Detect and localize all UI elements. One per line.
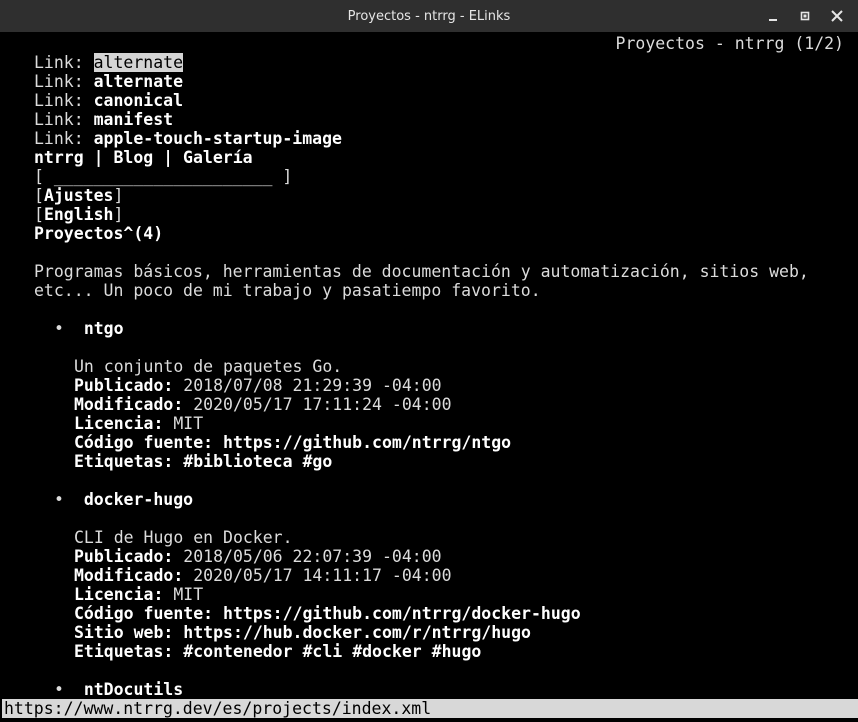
window-title: Proyectos - ntrrg - ELinks [347, 8, 511, 24]
tag-link[interactable]: #hugo [432, 642, 482, 661]
project-codigo: Código fuente: https://github.com/ntrrg/… [74, 433, 512, 452]
window-titlebar[interactable]: Proyectos - ntrrg - ELinks [0, 0, 858, 32]
meta-link-alternate-1[interactable]: alternate [93, 53, 184, 72]
nav-link-blog[interactable]: Blog [113, 148, 153, 167]
project-publicado: Publicado: 2018/07/08 21:29:39 -04:00 [74, 376, 442, 395]
intro-text-line-2: etc... Un poco de mi trabajo y pasatiemp… [34, 281, 541, 300]
meta-link-line: Link: apple-touch-startup-image [34, 129, 342, 148]
project-modificado: Modificado: 2020/05/17 14:11:17 -04:00 [74, 566, 452, 585]
status-bar-url: https://www.ntrrg.dev/es/projects/index.… [2, 699, 858, 718]
meta-link-manifest[interactable]: manifest [94, 110, 173, 129]
project-codigo: Código fuente: https://github.com/ntrrg/… [74, 604, 581, 623]
terminal-viewport[interactable]: Proyectos - ntrrg (1/2) Link: alternate … [2, 32, 856, 720]
website-link-docker-hugo[interactable]: https://hub.docker.com/r/ntrrg/hugo [183, 623, 531, 642]
site-nav: ntrrg | Blog | Galería [34, 148, 253, 167]
english-button[interactable]: [English] [34, 205, 123, 224]
project-etiquetas: Etiquetas: #biblioteca #go [74, 452, 333, 471]
bullet-icon: • [54, 680, 64, 699]
project-item-ntgo: • ntgo [54, 319, 124, 338]
bullet-icon: • [54, 319, 64, 338]
project-link-ntdocutils[interactable]: ntDocutils [84, 680, 183, 699]
project-item-docker-hugo: • docker-hugo [54, 490, 193, 509]
source-link-ntgo[interactable]: https://github.com/ntrrg/ntgo [223, 433, 511, 452]
tag-link[interactable]: #biblioteca [183, 452, 292, 471]
page-heading: Proyectos^(4) [34, 224, 164, 243]
minimize-icon[interactable] [760, 3, 786, 29]
meta-link-alternate-2[interactable]: alternate [94, 72, 183, 91]
project-licencia: Licencia: MIT [74, 585, 204, 604]
nav-link-ntrrg[interactable]: ntrrg [34, 148, 84, 167]
project-licencia: Licencia: MIT [74, 414, 204, 433]
project-link-docker-hugo[interactable]: docker-hugo [84, 490, 193, 509]
project-item-ntdocutils: • ntDocutils [54, 680, 183, 699]
project-modificado: Modificado: 2020/05/17 17:11:24 -04:00 [74, 395, 452, 414]
tag-link[interactable]: #go [303, 452, 333, 471]
tag-link[interactable]: #contenedor [183, 642, 292, 661]
meta-link-startup-image[interactable]: apple-touch-startup-image [94, 129, 342, 148]
page-title-indicator: Proyectos - ntrrg (1/2) [615, 34, 844, 53]
project-sitio: Sitio web: https://hub.docker.com/r/ntrr… [74, 623, 531, 642]
nav-link-galeria[interactable]: Galería [183, 148, 253, 167]
window-controls [760, 0, 850, 32]
maximize-icon[interactable] [792, 3, 818, 29]
intro-text-line-1: Programas básicos, herramientas de docum… [34, 262, 809, 281]
project-description: Un conjunto de paquetes Go. [74, 357, 343, 376]
tag-link[interactable]: #cli [303, 642, 343, 661]
ajustes-button[interactable]: [Ajustes] [34, 186, 123, 205]
source-link-docker-hugo[interactable]: https://github.com/ntrrg/docker-hugo [223, 604, 581, 623]
meta-link-line: Link: canonical [34, 91, 184, 110]
meta-link-line: Link: alternate [34, 72, 184, 91]
bullet-icon: • [54, 490, 64, 509]
project-etiquetas: Etiquetas: #contenedor #cli #docker #hug… [74, 642, 482, 661]
elinks-window: Proyectos - ntrrg - ELinks Proyectos - n… [0, 0, 858, 722]
project-link-ntgo[interactable]: ntgo [84, 319, 124, 338]
meta-link-line: Link: manifest [34, 110, 174, 129]
close-icon[interactable] [824, 3, 850, 29]
meta-link-canonical[interactable]: canonical [94, 91, 183, 110]
search-input[interactable]: [ ______________________ ] [34, 167, 292, 186]
tag-link[interactable]: #docker [352, 642, 422, 661]
project-description: CLI de Hugo en Docker. [74, 528, 293, 547]
project-publicado: Publicado: 2018/05/06 22:07:39 -04:00 [74, 547, 442, 566]
meta-link-line: Link: alternate [34, 53, 184, 72]
